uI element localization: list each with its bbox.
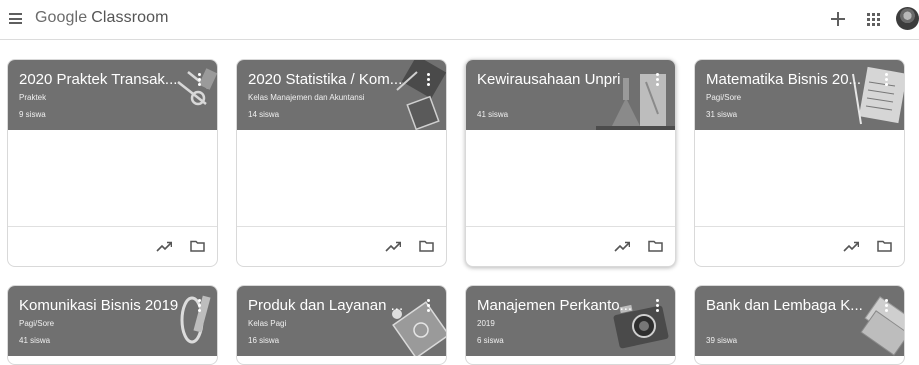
class-title[interactable]: 2020 Praktek Transak...	[19, 71, 179, 88]
class-card[interactable]: 2020 Praktek Transak... Praktek 9 siswa	[7, 59, 218, 267]
class-card-header[interactable]: 2020 Statistika / Kom... Kelas Manajemen…	[237, 60, 446, 130]
class-card-header[interactable]: 2020 Praktek Transak... Praktek 9 siswa	[8, 60, 217, 130]
apps-grid-icon[interactable]	[867, 13, 880, 26]
trending-up-icon[interactable]	[614, 241, 630, 252]
student-count: 31 siswa	[706, 110, 738, 119]
more-options-icon[interactable]	[656, 299, 660, 313]
student-count: 6 siswa	[477, 336, 504, 345]
class-card-header[interactable]: Manajemen Perkanto... 2019 6 siswa	[466, 286, 675, 356]
avatar[interactable]	[896, 7, 919, 30]
top-app-bar: Google Classroom	[0, 0, 919, 40]
student-count: 14 siswa	[248, 110, 280, 119]
class-card[interactable]: Komunikasi Bisnis 2019 Pagi/Sore 41 sisw…	[7, 285, 218, 365]
trending-up-icon[interactable]	[843, 241, 859, 252]
brand-google: Google	[35, 9, 88, 26]
class-title[interactable]: 2020 Statistika / Kom...	[248, 71, 408, 88]
class-section: 2019	[477, 319, 495, 328]
class-card[interactable]: 2020 Statistika / Kom... Kelas Manajemen…	[236, 59, 447, 267]
class-title[interactable]: Matematika Bisnis 20...	[706, 71, 866, 88]
folder-icon[interactable]	[190, 240, 205, 252]
class-card-header[interactable]: Produk dan Layanan ... Kelas Pagi 16 sis…	[237, 286, 446, 356]
class-title[interactable]: Produk dan Layanan ...	[248, 297, 408, 314]
class-card[interactable]: Bank dan Lembaga K... 39 siswa	[694, 285, 905, 365]
class-card[interactable]: Manajemen Perkanto... 2019 6 siswa	[465, 285, 676, 365]
folder-icon[interactable]	[648, 240, 663, 252]
more-options-icon[interactable]	[198, 299, 202, 313]
class-section: Kelas Manajemen dan Akuntansi	[248, 93, 365, 102]
trending-up-icon[interactable]	[156, 241, 172, 252]
more-options-icon[interactable]	[885, 299, 889, 313]
student-count: 41 siswa	[19, 336, 51, 345]
class-card-footer	[695, 226, 904, 266]
class-section: Kelas Pagi	[248, 319, 287, 328]
class-title[interactable]: Manajemen Perkanto...	[477, 297, 637, 314]
more-options-icon[interactable]	[198, 73, 202, 87]
class-section: Pagi/Sore	[706, 93, 742, 102]
class-section: Praktek	[19, 93, 47, 102]
class-card-header[interactable]: Bank dan Lembaga K... 39 siswa	[695, 286, 904, 356]
menu-icon[interactable]	[9, 13, 22, 24]
more-options-icon[interactable]	[656, 73, 660, 87]
trending-up-icon[interactable]	[385, 241, 401, 252]
class-title[interactable]: Bank dan Lembaga K...	[706, 297, 866, 314]
class-card[interactable]: Matematika Bisnis 20... Pagi/Sore 31 sis…	[694, 59, 905, 267]
class-card[interactable]: Produk dan Layanan ... Kelas Pagi 16 sis…	[236, 285, 447, 365]
class-card-header[interactable]: Matematika Bisnis 20... Pagi/Sore 31 sis…	[695, 60, 904, 130]
class-card-footer	[8, 226, 217, 266]
folder-icon[interactable]	[877, 240, 892, 252]
class-title[interactable]: Komunikasi Bisnis 2019	[19, 297, 179, 314]
brand-product: Classroom	[91, 9, 169, 26]
class-section: Pagi/Sore	[19, 319, 55, 328]
student-count: 16 siswa	[248, 336, 280, 345]
student-count: 9 siswa	[19, 110, 46, 119]
class-card[interactable]: Kewirausahaan Unpri 41 siswa	[465, 59, 676, 267]
class-card-header[interactable]: Kewirausahaan Unpri 41 siswa	[466, 60, 675, 130]
more-options-icon[interactable]	[885, 73, 889, 87]
class-card-header[interactable]: Komunikasi Bisnis 2019 Pagi/Sore 41 sisw…	[8, 286, 217, 356]
class-card-footer	[237, 226, 446, 266]
class-title[interactable]: Kewirausahaan Unpri	[477, 71, 637, 88]
more-options-icon[interactable]	[427, 299, 431, 313]
student-count: 41 siswa	[477, 110, 509, 119]
folder-icon[interactable]	[419, 240, 434, 252]
more-options-icon[interactable]	[427, 73, 431, 87]
student-count: 39 siswa	[706, 336, 738, 345]
app-logo[interactable]: Google Classroom	[35, 9, 169, 27]
class-card-footer	[466, 226, 675, 266]
plus-icon[interactable]	[829, 10, 847, 28]
